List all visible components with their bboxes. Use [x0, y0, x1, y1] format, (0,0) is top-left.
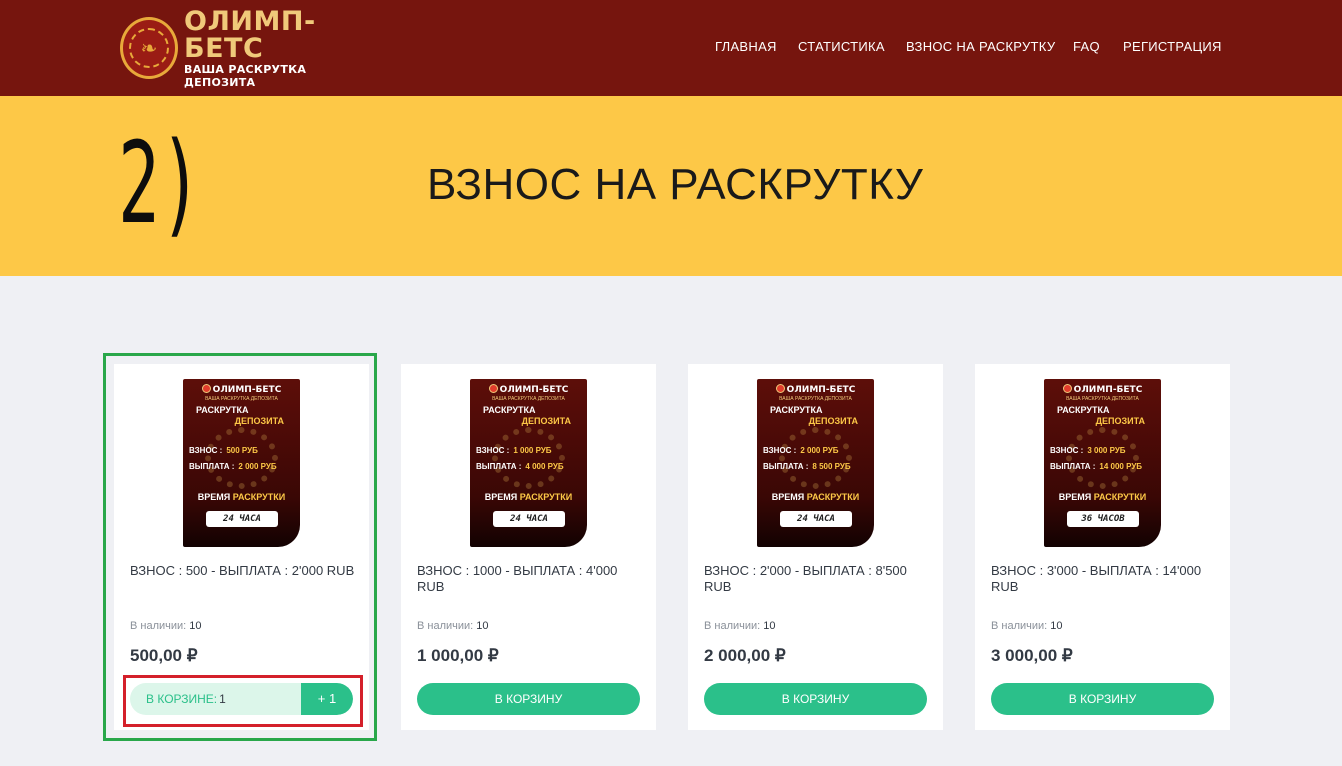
- product-price: 1 000,00 ₽: [417, 646, 499, 665]
- product-card: ОЛИМП-БЕТС ВАША РАСКРУТКА ДЕПОЗИТА РАСКР…: [114, 364, 369, 730]
- image-heading-2: ДЕПОЗИТА: [1095, 416, 1145, 426]
- image-heading-2: ДЕПОЗИТА: [521, 416, 571, 426]
- image-duration-badge: 36 ЧАСОВ: [1067, 511, 1139, 527]
- image-heading-1: РАСКРУТКА: [196, 405, 249, 415]
- add-one-button[interactable]: + 1: [301, 683, 353, 715]
- add-to-cart-button[interactable]: В КОРЗИНУ: [991, 683, 1214, 715]
- image-brand: ОЛИМП-БЕТС: [786, 385, 856, 395]
- image-in-value: 500 РУБ: [226, 446, 258, 455]
- image-out-value: 4 000 РУБ: [525, 462, 564, 471]
- brand-logo-icon: [488, 384, 498, 393]
- image-out-value: 8 500 РУБ: [812, 462, 851, 471]
- image-time-label-accent: РАСКРУТКИ: [806, 492, 860, 502]
- nav-registration[interactable]: РЕГИСТРАЦИЯ: [1123, 39, 1222, 54]
- image-heading-2: ДЕПОЗИТА: [234, 416, 284, 426]
- image-in-value: 2 000 РУБ: [800, 446, 839, 455]
- image-time-label: ВРЕМЯ: [197, 492, 231, 502]
- image-brand: ОЛИМП-БЕТС: [1073, 385, 1143, 395]
- logo-tagline: ВАША РАСКРУТКА ДЕПОЗИТА: [184, 62, 307, 89]
- image-duration-badge: 24 ЧАСА: [206, 511, 278, 527]
- stock-label: В наличии:: [704, 620, 761, 632]
- image-heading-2: ДЕПОЗИТА: [808, 416, 858, 426]
- nav-home[interactable]: ГЛАВНАЯ: [715, 39, 777, 54]
- image-in-label: ВЗНОС :: [1050, 446, 1084, 455]
- laurel-wreath-icon: [779, 427, 852, 489]
- stock-count: 10: [476, 620, 489, 632]
- image-in-label: ВЗНОС :: [763, 446, 797, 455]
- laurel-wreath-icon: [492, 427, 565, 489]
- stock-count: 10: [189, 620, 202, 632]
- product-price: 2 000,00 ₽: [704, 646, 786, 665]
- laurel-wreath-icon: [1066, 427, 1139, 489]
- image-subtitle: ВАША РАСКРУТКА ДЕПОЗИТА: [205, 396, 278, 402]
- laurel-wreath-icon: [205, 427, 278, 489]
- laurel-emblem-icon: ❧: [120, 17, 179, 79]
- nav-faq[interactable]: FAQ: [1073, 39, 1100, 54]
- in-cart-label: В КОРЗИНЕ:: [146, 692, 218, 706]
- image-heading-1: РАСКРУТКА: [1057, 405, 1110, 415]
- image-out-label: ВЫПЛАТА :: [476, 462, 522, 471]
- product-title[interactable]: ВЗНОС : 1000 - ВЫПЛАТА : 4'000 RUB: [417, 563, 642, 595]
- stock-count: 10: [763, 620, 776, 632]
- image-heading-1: РАСКРУТКА: [483, 405, 536, 415]
- image-in-value: 1 000 РУБ: [513, 446, 552, 455]
- product-title[interactable]: ВЗНОС : 3'000 - ВЫПЛАТА : 14'000 RUB: [991, 563, 1216, 595]
- image-subtitle: ВАША РАСКРУТКА ДЕПОЗИТА: [492, 396, 565, 402]
- nav-contribution[interactable]: ВЗНОС НА РАСКРУТКУ: [906, 39, 1055, 54]
- step-number: 2): [118, 119, 202, 249]
- image-time-label: ВРЕМЯ: [771, 492, 805, 502]
- image-brand: ОЛИМП-БЕТС: [499, 385, 569, 395]
- image-brand: ОЛИМП-БЕТС: [212, 385, 282, 395]
- stock-label: В наличии:: [991, 620, 1048, 632]
- stock-info: В наличии: 10: [130, 620, 202, 632]
- nav-statistics[interactable]: СТАТИСТИКА: [798, 39, 885, 54]
- product-image[interactable]: ОЛИМП-БЕТС ВАША РАСКРУТКА ДЕПОЗИТА РАСКР…: [757, 379, 874, 547]
- product-image[interactable]: ОЛИМП-БЕТС ВАША РАСКРУТКА ДЕПОЗИТА РАСКР…: [470, 379, 587, 547]
- add-to-cart-button[interactable]: В КОРЗИНУ: [417, 683, 640, 715]
- brand-logo-icon: [775, 384, 785, 393]
- brand-logo-icon: [1062, 384, 1072, 393]
- image-out-value: 14 000 РУБ: [1099, 462, 1143, 471]
- stock-info: В наличии: 10: [991, 620, 1063, 632]
- product-title[interactable]: ВЗНОС : 500 - ВЫПЛАТА : 2'000 RUB: [130, 563, 355, 579]
- product-image[interactable]: ОЛИМП-БЕТС ВАША РАСКРУТКА ДЕПОЗИТА РАСКР…: [183, 379, 300, 547]
- image-out-label: ВЫПЛАТА :: [1050, 462, 1096, 471]
- image-time-label: ВРЕМЯ: [1058, 492, 1092, 502]
- image-subtitle: ВАША РАСКРУТКА ДЕПОЗИТА: [1066, 396, 1139, 402]
- product-title[interactable]: ВЗНОС : 2'000 - ВЫПЛАТА : 8'500 RUB: [704, 563, 929, 595]
- stock-info: В наличии: 10: [417, 620, 489, 632]
- site-logo[interactable]: ❧ ОЛИМП-БЕТС ВАША РАСКРУТКА ДЕПОЗИТА: [120, 8, 380, 89]
- image-duration-badge: 24 ЧАСА: [780, 511, 852, 527]
- stock-label: В наличии:: [130, 620, 187, 632]
- stock-count: 10: [1050, 620, 1063, 632]
- add-to-cart-button[interactable]: В КОРЗИНУ: [704, 683, 927, 715]
- image-time-label-accent: РАСКРУТКИ: [519, 492, 573, 502]
- image-time-label-accent: РАСКРУТКИ: [1093, 492, 1147, 502]
- in-cart-count: 1: [219, 692, 226, 706]
- in-cart-control: В КОРЗИНЕ: 1 + 1: [130, 683, 353, 715]
- image-time-label-accent: РАСКРУТКИ: [232, 492, 286, 502]
- site-header: ❧ ОЛИМП-БЕТС ВАША РАСКРУТКА ДЕПОЗИТА ГЛА…: [0, 0, 1342, 96]
- product-price: 3 000,00 ₽: [991, 646, 1073, 665]
- image-time-label: ВРЕМЯ: [484, 492, 518, 502]
- image-in-value: 3 000 РУБ: [1087, 446, 1126, 455]
- stock-label: В наличии:: [417, 620, 474, 632]
- product-image[interactable]: ОЛИМП-БЕТС ВАША РАСКРУТКА ДЕПОЗИТА РАСКР…: [1044, 379, 1161, 547]
- image-in-label: ВЗНОС :: [189, 446, 223, 455]
- image-out-label: ВЫПЛАТА :: [189, 462, 235, 471]
- product-card: ОЛИМП-БЕТС ВАША РАСКРУТКА ДЕПОЗИТА РАСКР…: [975, 364, 1230, 730]
- product-card: ОЛИМП-БЕТС ВАША РАСКРУТКА ДЕПОЗИТА РАСКР…: [401, 364, 656, 730]
- image-in-label: ВЗНОС :: [476, 446, 510, 455]
- image-subtitle: ВАША РАСКРУТКА ДЕПОЗИТА: [779, 396, 852, 402]
- product-price: 500,00 ₽: [130, 646, 198, 665]
- logo-name: ОЛИМП-БЕТС: [184, 5, 316, 64]
- image-out-value: 2 000 РУБ: [238, 462, 277, 471]
- page-title: ВЗНОС НА РАСКРУТКУ: [427, 160, 924, 209]
- image-out-label: ВЫПЛАТА :: [763, 462, 809, 471]
- product-card: ОЛИМП-БЕТС ВАША РАСКРУТКА ДЕПОЗИТА РАСКР…: [688, 364, 943, 730]
- image-duration-badge: 24 ЧАСА: [493, 511, 565, 527]
- brand-logo-icon: [201, 384, 211, 393]
- image-heading-1: РАСКРУТКА: [770, 405, 823, 415]
- stock-info: В наличии: 10: [704, 620, 776, 632]
